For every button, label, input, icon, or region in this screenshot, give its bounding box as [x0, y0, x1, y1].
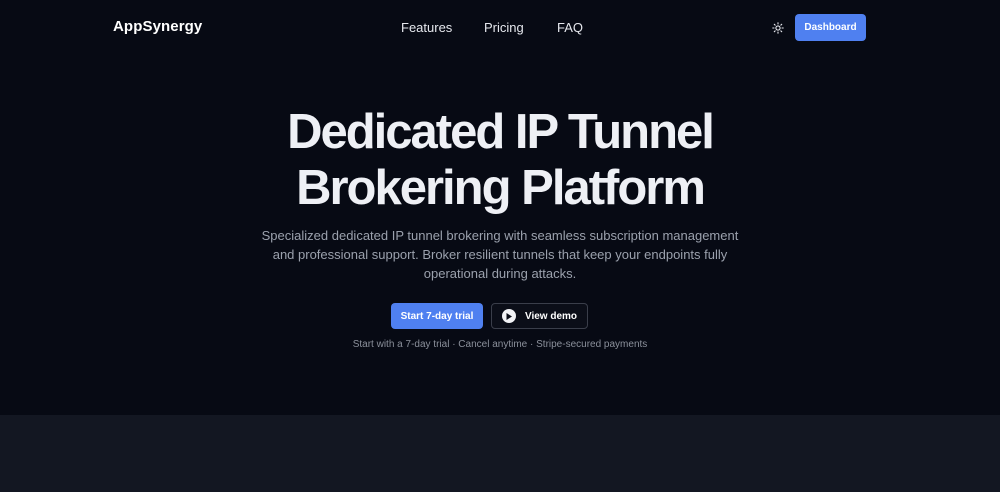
nav-link-pricing[interactable]: Pricing: [484, 20, 524, 35]
hero-title-line-2: Brokering Platform: [296, 161, 706, 215]
hero-title: Dedicated IP Tunnel Brokering Platform: [0, 104, 1000, 216]
nav-link-features[interactable]: Features: [401, 20, 452, 35]
dashboard-button[interactable]: Dashboard: [795, 14, 866, 41]
cta-row: Start 7-day trial View demo: [0, 303, 1000, 329]
theme-toggle-button[interactable]: [769, 19, 787, 37]
view-demo-label: View demo: [524, 310, 578, 322]
hero-subtitle: Specialized dedicated IP tunnel brokerin…: [261, 228, 739, 281]
start-trial-button[interactable]: Start 7-day trial: [391, 303, 483, 329]
play-triangle-icon: [506, 312, 512, 320]
view-demo-button[interactable]: View demo: [491, 303, 588, 329]
next-section: [0, 415, 1000, 492]
nav-link-faq[interactable]: FAQ: [557, 20, 583, 35]
navbar: AppSynergy Features Pricing FAQ Dashboar…: [0, 0, 1000, 56]
hero-title-line-1: Dedicated IP Tunnel: [287, 105, 715, 159]
trial-fine-print: Start with a 7-day trial · Cancel anytim…: [352, 339, 648, 350]
landing-page: AppSynergy Features Pricing FAQ Dashboar…: [0, 0, 1000, 492]
sun-icon: [772, 22, 784, 34]
play-icon: [501, 309, 516, 323]
